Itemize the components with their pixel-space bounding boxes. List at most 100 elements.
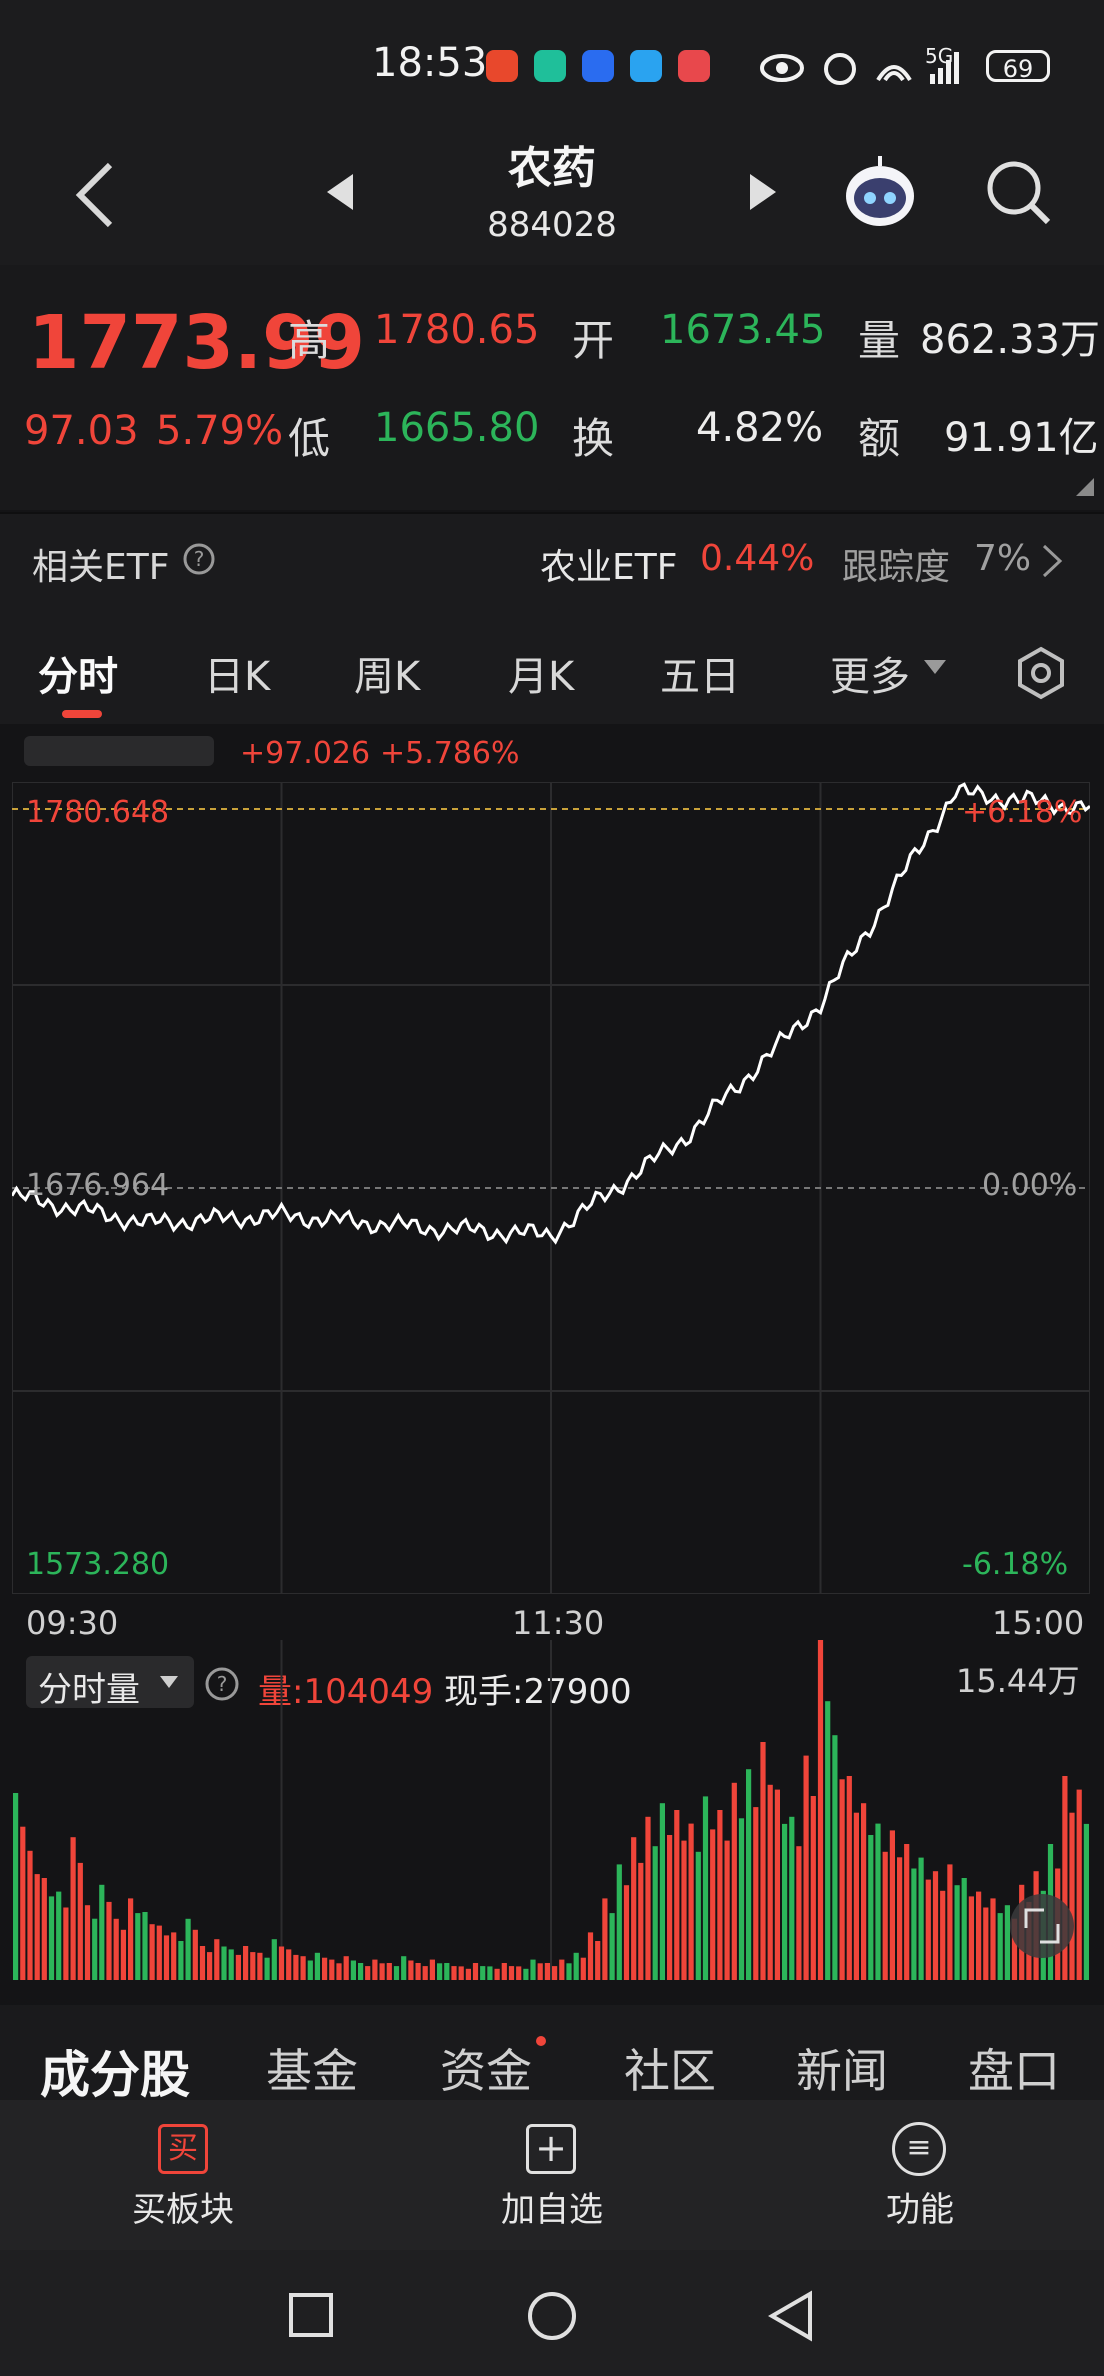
volume-bar <box>961 1878 967 1980</box>
chart-top-pct: +6.18% <box>962 795 1083 830</box>
volume-bar <box>20 1826 26 1980</box>
add-watchlist-icon[interactable]: + <box>526 2124 576 2174</box>
tab-constituents[interactable]: 成分股 <box>40 2035 190 2107</box>
chart-mid-price: 1676.964 <box>26 1168 170 1203</box>
add-watchlist-button[interactable]: 加自选 <box>432 2182 672 2231</box>
volume-bar <box>552 1966 558 1980</box>
volume-bar <box>271 1939 277 1980</box>
volume-bar <box>947 1864 953 1980</box>
volume-bar <box>487 1966 493 1980</box>
volume-bar <box>207 1952 213 1980</box>
volume-bar <box>932 1871 939 1980</box>
volume-bar <box>41 1878 47 1980</box>
settings-gear-icon[interactable] <box>1014 646 1068 700</box>
volume-bar <box>746 1769 752 1980</box>
volume-bar <box>163 1935 170 1980</box>
tab-monthly-k[interactable]: 月K <box>508 644 574 702</box>
page-title: 农药 <box>508 143 596 194</box>
huawei-app-icon <box>678 50 710 82</box>
expand-corner-icon[interactable] <box>1076 478 1094 496</box>
volume-bar <box>508 1966 515 1980</box>
volume-bar <box>142 1912 148 1980</box>
volume-bar <box>63 1907 69 1980</box>
volume-bar <box>602 1898 608 1980</box>
amount-value: 91.91亿 <box>944 415 1099 461</box>
volume-bar <box>616 1864 622 1980</box>
volume-bar <box>451 1966 457 1980</box>
chart-info-change: +97.026 <box>240 736 371 771</box>
volume-bar <box>465 1968 471 1980</box>
chart-top-price: 1780.648 <box>26 795 170 830</box>
volume-bar <box>336 1963 342 1980</box>
intraday-price-chart[interactable] <box>12 782 1090 1594</box>
tab-order-book[interactable]: 盘口 <box>968 2035 1060 2101</box>
dropdown-triangle-icon <box>924 660 946 674</box>
buy-icon[interactable]: 买 <box>158 2124 208 2174</box>
tab-weekly-k[interactable]: 周K <box>354 644 420 702</box>
chevron-right-icon[interactable] <box>1040 544 1064 578</box>
volume-bar-chart[interactable] <box>12 1640 1090 1980</box>
volume-bar <box>796 1846 802 1980</box>
volume-bar <box>738 1818 745 1980</box>
volume-bar <box>681 1840 687 1980</box>
volume-bar <box>853 1812 859 1980</box>
volume-bar <box>128 1898 134 1980</box>
volume-bar <box>494 1968 500 1980</box>
tab-daily-k[interactable]: 日K <box>204 644 270 702</box>
volume-bar <box>113 1918 119 1980</box>
volume-bar <box>386 1963 392 1980</box>
volume-bar <box>156 1925 162 1980</box>
volume-bar <box>84 1905 91 1980</box>
help-icon[interactable]: ? <box>182 542 216 576</box>
volume-bar <box>329 1959 335 1980</box>
clock: 18:53 <box>372 40 488 86</box>
volume-bar <box>695 1851 701 1980</box>
volume-bar <box>307 1960 313 1980</box>
robot-assistant-icon[interactable] <box>840 152 920 232</box>
volume-bar <box>724 1840 730 1980</box>
functions-button[interactable]: 功能 <box>800 2182 1040 2231</box>
volume-bar <box>911 1868 917 1980</box>
tab-more[interactable]: 更多 <box>830 644 910 702</box>
tab-news[interactable]: 新闻 <box>796 2035 888 2101</box>
volume-bar <box>623 1885 630 1980</box>
amount-label: 额 <box>858 414 901 463</box>
volume-bar <box>149 1924 155 1980</box>
volume-bar <box>990 1898 996 1980</box>
back-icon[interactable] <box>766 2290 816 2342</box>
next-item-icon[interactable] <box>748 172 778 212</box>
tab-intraday[interactable]: 分时 <box>38 644 118 702</box>
volume-bar <box>717 1810 723 1980</box>
volume-bar <box>638 1862 644 1980</box>
related-etf-label: 相关ETF <box>32 547 170 588</box>
home-icon[interactable] <box>526 2290 578 2342</box>
price-change-pct: 5.79% <box>156 408 284 454</box>
tab-funds[interactable]: 基金 <box>266 2035 358 2101</box>
volume-bar <box>314 1952 320 1980</box>
tab-community[interactable]: 社区 <box>624 2035 716 2101</box>
price-change: 97.03 <box>24 408 139 454</box>
volume-bar <box>372 1959 378 1980</box>
volume-bar <box>171 1932 177 1980</box>
volume-bar <box>1004 1905 1010 1980</box>
volume-bar <box>34 1874 40 1980</box>
functions-icon[interactable]: ≡ <box>892 2122 946 2176</box>
volume-bar <box>631 1837 637 1980</box>
tab-capital[interactable]: 资金 <box>440 2035 532 2101</box>
tab-five-day[interactable]: 五日 <box>660 644 740 702</box>
recent-apps-icon[interactable] <box>288 2292 334 2338</box>
volume-bar <box>480 1966 486 1980</box>
etf-pct: 0.44% <box>700 538 815 579</box>
notification-dot <box>536 2036 546 2046</box>
volume-value: 862.33万 <box>920 317 1100 363</box>
volume-bar <box>530 1959 536 1980</box>
volume-bar <box>817 1640 824 1980</box>
buy-sector-button[interactable]: 买板块 <box>63 2182 303 2231</box>
chart-bottom-pct: -6.18% <box>962 1547 1069 1582</box>
open-value: 1673.45 <box>660 307 826 353</box>
search-icon[interactable] <box>984 158 1054 228</box>
volume-bar <box>645 1816 651 1980</box>
volume-bar <box>48 1896 55 1980</box>
chart-info-pct: +5.786% <box>380 736 520 771</box>
time-label-end: 15:00 <box>992 1604 1085 1642</box>
